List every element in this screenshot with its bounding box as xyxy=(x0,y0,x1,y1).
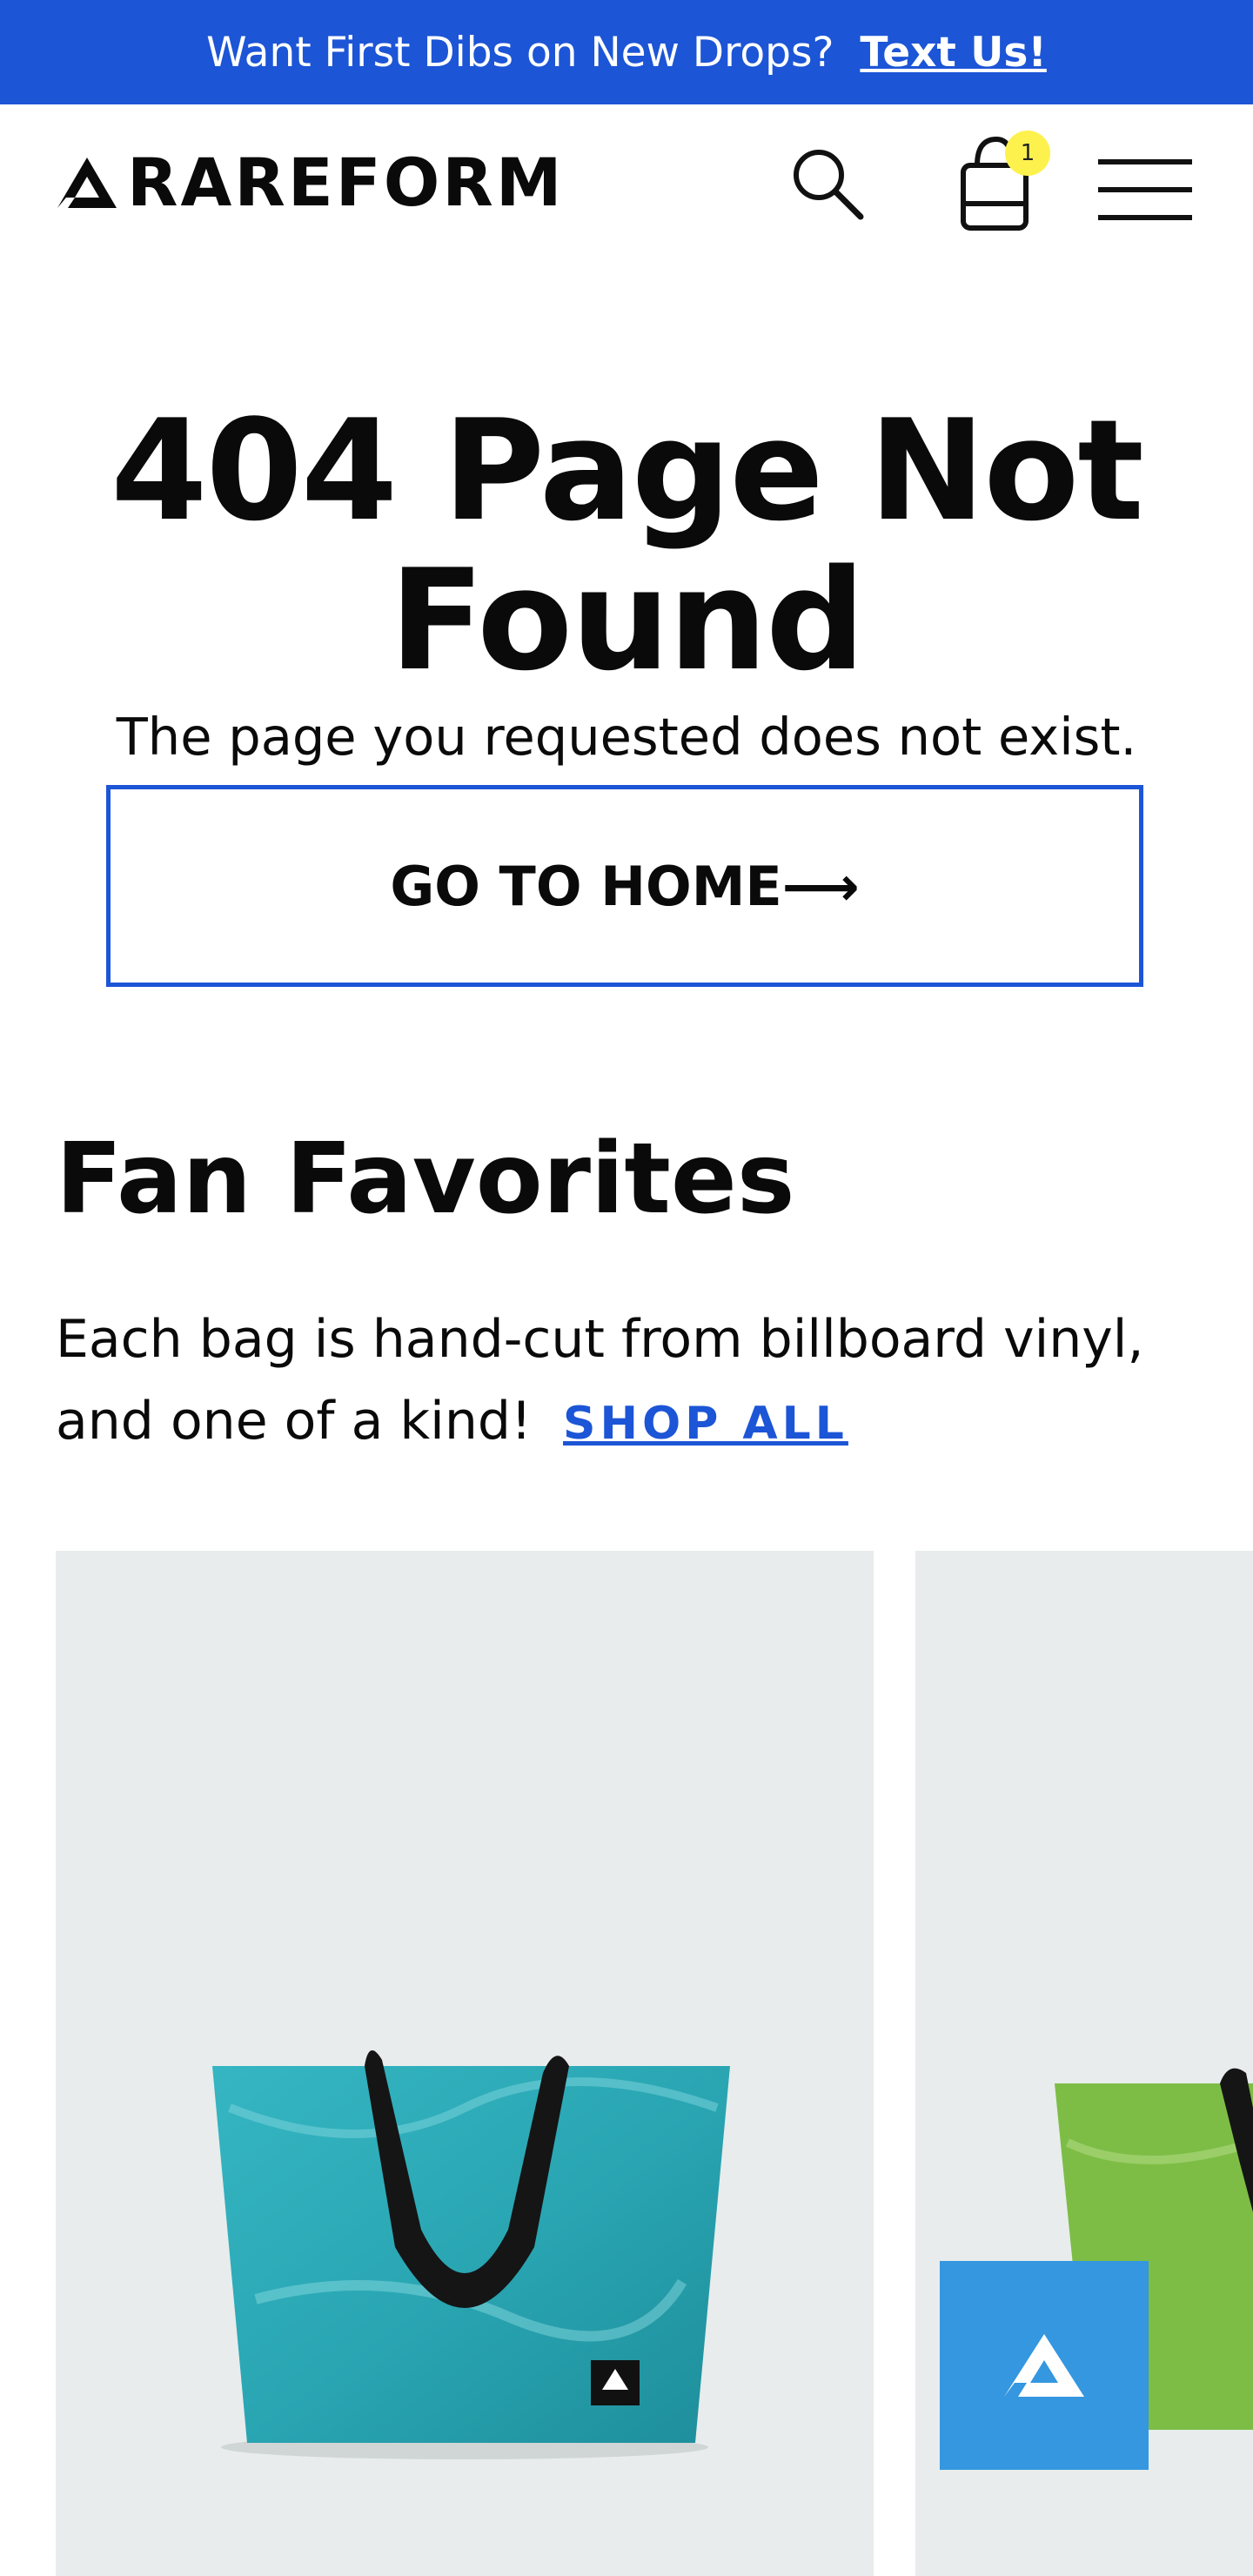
section-title: Fan Favorites xyxy=(56,1123,795,1236)
menu-button[interactable] xyxy=(1095,155,1196,225)
search-button[interactable] xyxy=(787,144,866,222)
chat-widget-button[interactable] xyxy=(940,2261,1149,2470)
text-us-link[interactable]: Text Us! xyxy=(860,29,1046,77)
announcement-bar: Want First Dibs on New Drops? Text Us! xyxy=(0,0,1253,104)
product-card[interactable] xyxy=(56,1551,874,2576)
hamburger-menu-icon xyxy=(1098,159,1192,220)
search-icon xyxy=(794,150,864,220)
go-to-home-label: GO TO HOME⟶ xyxy=(390,854,860,918)
cart-count-badge: 1 xyxy=(1005,131,1050,176)
section-description: Each bag is hand-cut from billboard viny… xyxy=(56,1298,1187,1465)
announcement-text: Want First Dibs on New Drops? xyxy=(206,28,834,77)
site-header: RAREFORM 1 xyxy=(0,104,1253,261)
rareform-logo-icon xyxy=(1004,2334,1084,2397)
go-to-home-button[interactable]: GO TO HOME⟶ xyxy=(106,785,1143,987)
cart-button[interactable]: 1 xyxy=(953,131,1050,235)
rareform-logo-icon xyxy=(57,158,117,208)
error-message: The page you requested does not exist. xyxy=(116,707,1137,767)
teal-tote-bag-image xyxy=(212,2050,730,2459)
logo-text: RAREFORM xyxy=(127,144,565,221)
site-logo[interactable]: RAREFORM xyxy=(56,144,565,221)
page-title: 404 Page Not Found xyxy=(111,389,1144,701)
shop-all-link[interactable]: SHOP ALL xyxy=(563,1398,848,1450)
